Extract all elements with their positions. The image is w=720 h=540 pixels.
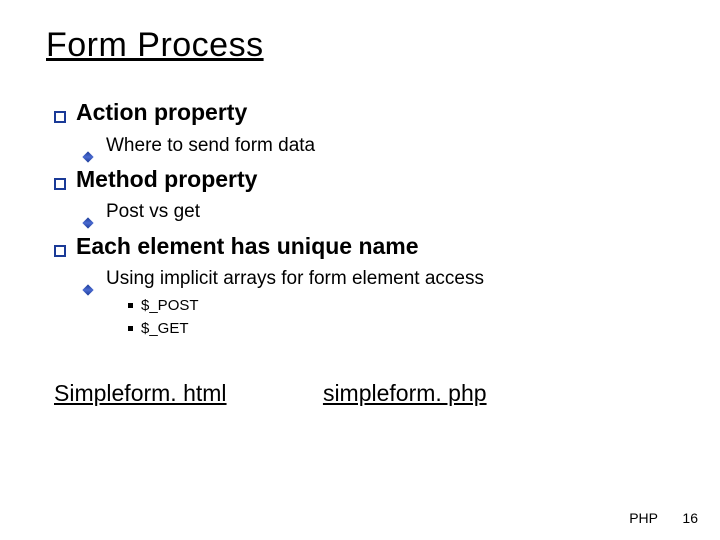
bullet-text: Using implicit arrays for form element a… bbox=[106, 263, 484, 295]
bullet-each: Each element has unique name bbox=[54, 229, 680, 264]
bullet-text: Post vs get bbox=[106, 196, 200, 228]
bullet-text: Method property bbox=[76, 162, 257, 197]
bullet-text: $_GET bbox=[141, 318, 189, 341]
footer-label: PHP bbox=[629, 510, 658, 526]
dot-bullet-icon bbox=[128, 326, 133, 331]
square-bullet-icon bbox=[54, 245, 66, 257]
bullet-text: $_POST bbox=[141, 295, 199, 318]
subsub-get: $_GET bbox=[128, 318, 680, 341]
slide-title: Form Process bbox=[46, 26, 680, 65]
bullet-text: Each element has unique name bbox=[76, 229, 419, 264]
bullet-action: Action property bbox=[54, 95, 680, 130]
bullet-text: Action property bbox=[76, 95, 247, 130]
subbullet-method-postget: Post vs get bbox=[86, 196, 680, 228]
square-bullet-icon bbox=[54, 178, 66, 190]
subbullet-each-implicit: Using implicit arrays for form element a… bbox=[86, 263, 680, 295]
subbullet-action-where: Where to send form data bbox=[86, 130, 680, 162]
bullet-method: Method property bbox=[54, 162, 680, 197]
footer-page-number: 16 bbox=[682, 510, 698, 526]
dot-bullet-icon bbox=[128, 303, 133, 308]
slide: Form Process Action property Where to se… bbox=[0, 0, 720, 540]
link-simpleform-php[interactable]: simpleform. php bbox=[323, 380, 487, 407]
link-simpleform-html[interactable]: Simpleform. html bbox=[54, 380, 227, 407]
bullet-text: Where to send form data bbox=[106, 130, 315, 162]
links-row: Simpleform. html simpleform. php bbox=[54, 380, 680, 407]
subsub-post: $_POST bbox=[128, 295, 680, 318]
square-bullet-icon bbox=[54, 111, 66, 123]
